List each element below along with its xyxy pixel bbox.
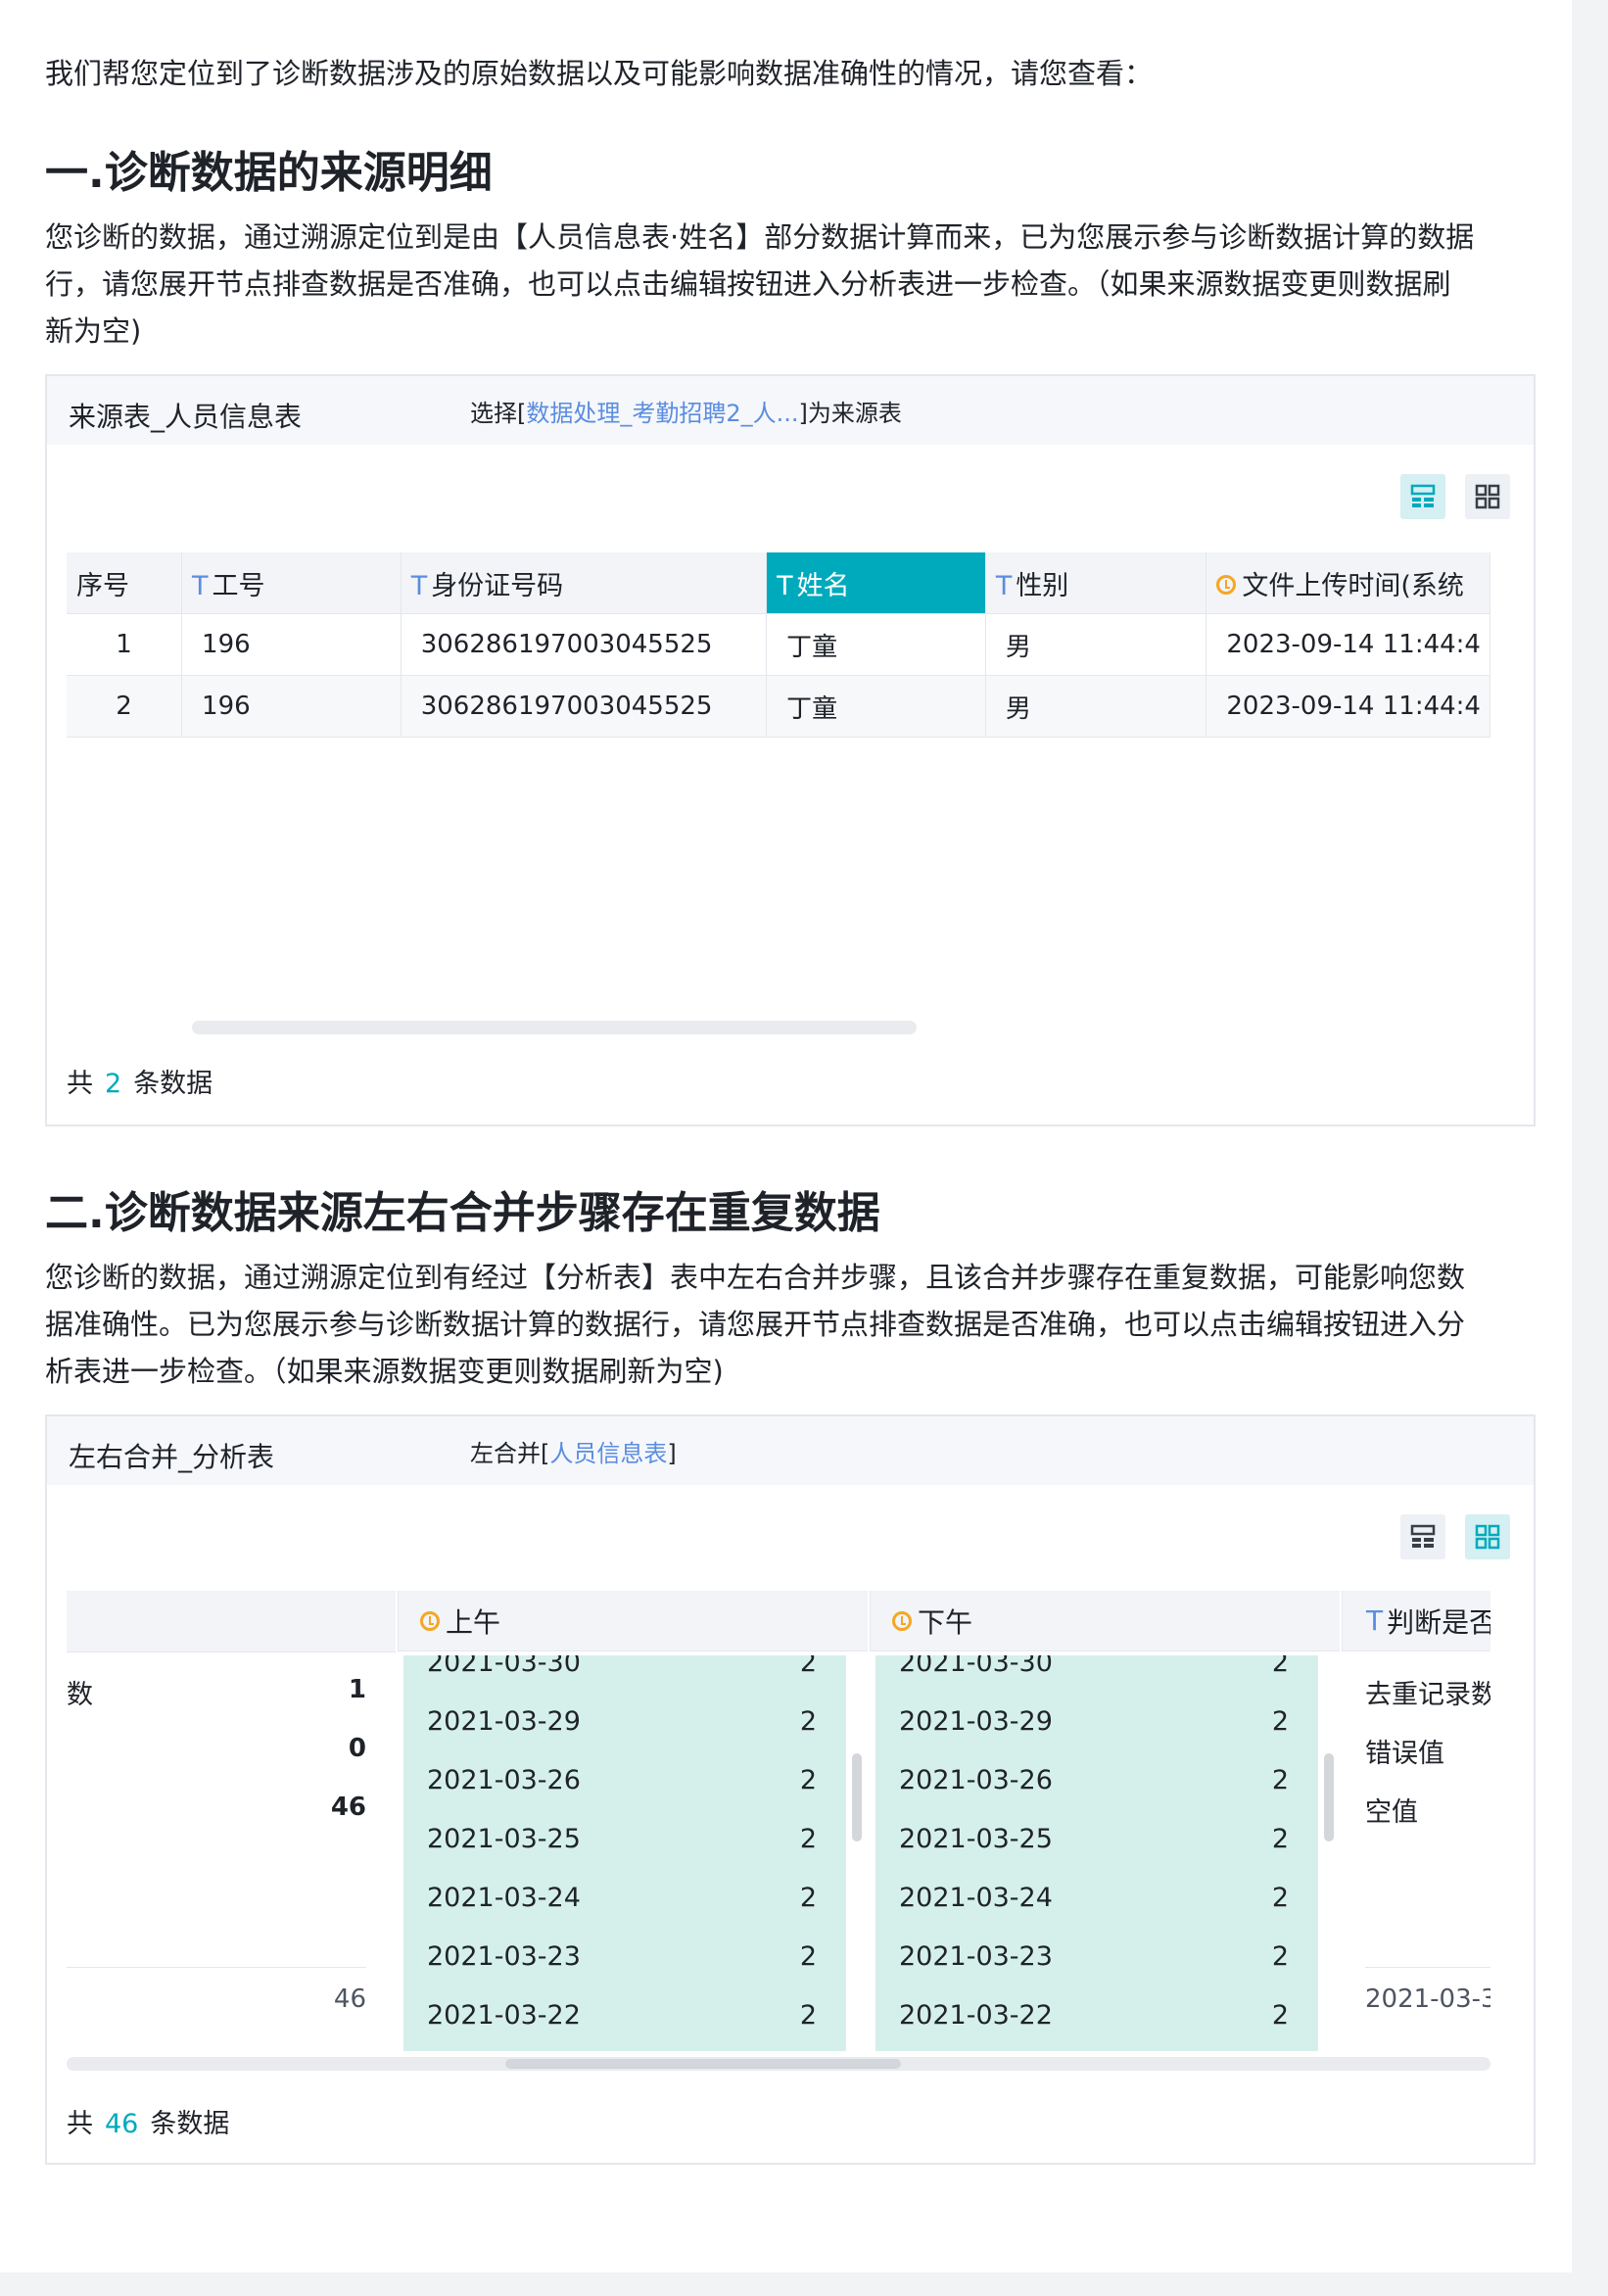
table-cell: 男: [985, 613, 1207, 676]
table-cell: 196: [181, 675, 402, 738]
section2-heading: 二.诊断数据来源左右合并步骤存在重复数据: [45, 1188, 880, 1238]
column-header-judge[interactable]: T判断是否记: [1342, 1591, 1490, 1651]
grid-view-icon: [1475, 484, 1500, 509]
source-link[interactable]: 人员信息表: [549, 1440, 667, 1467]
list-item: 2021-03-29 2: [427, 1706, 817, 1737]
intro-text: 我们帮您定位到了诊断数据涉及的原始数据以及可能影响数据准确性的情况，请您查看：: [45, 57, 1154, 90]
column-header-index[interactable]: 序号: [67, 552, 183, 614]
left-summary-column: 数 1 0 46 46: [67, 1651, 396, 2063]
judge-total: 2021-03-31: [1365, 1985, 1490, 2014]
clock-icon: [1216, 574, 1237, 595]
table-view-button[interactable]: [1400, 474, 1445, 519]
table-cell: 丁童: [766, 675, 986, 738]
list-item: 2021-03-30 2: [899, 1655, 1289, 1678]
section1-line1: 您诊断的数据，通过溯源定位到是由【人员信息表·姓名】部分数据计算而来，已为您展示…: [45, 220, 1475, 254]
merge-table-panel: 左右合并_分析表 左合并[人员信息表] 上午 下午 T判断是否记: [45, 1414, 1536, 2165]
section2-description: 您诊断的数据，通过溯源定位到有经过【分析表】表中左右合并步骤，且该合并步骤存在重…: [45, 1254, 1534, 1395]
pm-values-list[interactable]: 2021-03-30 2 2021-03-29 2 2021-03-26 2 2021…: [875, 1655, 1318, 2051]
summary-value: 0: [348, 1734, 366, 1763]
page: 我们帮您定位到了诊断数据涉及的原始数据以及可能影响数据准确性的情况，请您查看： …: [0, 0, 1572, 2272]
list-item: 2021-03-23 2: [427, 1941, 817, 1972]
source-description: 左合并[人员信息表]: [470, 1440, 677, 1467]
text-type-icon: T: [995, 570, 1013, 601]
divider: [67, 1967, 366, 1968]
list-item: 2021-03-24 2: [899, 1883, 1289, 1913]
list-item: 2021-03-22 2: [427, 2000, 817, 2031]
grid-view-button[interactable]: [1465, 474, 1510, 519]
source-table-panel: 来源表_人员信息表 选择[数据处理_考勤招聘2_人...]为来源表 序号 T 工…: [45, 374, 1536, 1126]
grid-view-icon: [1475, 1524, 1500, 1550]
list-item: 2021-03-24 2: [427, 1883, 817, 1913]
column-header-upload-time[interactable]: 文件上传时间(系统: [1206, 552, 1490, 614]
row-count-footer: 共 46 条数据: [67, 2109, 230, 2139]
summary-total: 46: [333, 1985, 366, 2014]
row-count-footer: 共 2 条数据: [67, 1069, 213, 1099]
grid-view-button[interactable]: [1465, 1514, 1510, 1559]
table-cell: 丁童: [766, 613, 986, 676]
column-header-pm[interactable]: 下午: [870, 1591, 1340, 1651]
horizontal-scrollbar[interactable]: [505, 2059, 901, 2069]
column-header-gender[interactable]: T 性别: [985, 552, 1207, 614]
column-header-am[interactable]: 上午: [398, 1591, 868, 1651]
list-item: 2021-03-29 2: [899, 1706, 1289, 1737]
left-column-header: [67, 1591, 396, 1652]
column-header-name[interactable]: T 姓名: [766, 552, 986, 614]
table-cell: 1: [67, 613, 183, 676]
table-cell: 男: [985, 675, 1207, 738]
text-type-icon: T: [410, 570, 428, 601]
list-item: 2021-03-25 2: [899, 1824, 1289, 1854]
section1-description: 您诊断的数据，通过溯源定位到是由【人员信息表·姓名】部分数据计算而来，已为您展示…: [45, 214, 1534, 355]
source-description: 选择[数据处理_考勤招聘2_人...]为来源表: [470, 400, 902, 427]
section2-line3: 析表进一步检查。（如果来源数据变更则数据刷新为空): [45, 1355, 724, 1388]
panel-title: 来源表_人员信息表: [69, 401, 303, 433]
am-vertical-scrollbar[interactable]: [852, 1753, 862, 1842]
panel-header: 左右合并_分析表 左合并[人员信息表]: [47, 1416, 1534, 1485]
table-cell: 196: [181, 613, 402, 676]
column-header-id-number[interactable]: T 身份证号码: [401, 552, 768, 614]
panel-title: 左右合并_分析表: [69, 1441, 275, 1473]
section2-line2: 据准确性。已为您展示参与诊断数据计算的数据行，请您展开节点排查数据是否准确，也可…: [45, 1308, 1466, 1341]
table-view-icon: [1410, 1524, 1436, 1548]
text-type-icon: T: [1366, 1604, 1384, 1637]
table-view-icon: [1410, 484, 1436, 507]
section1-line3: 新为空): [45, 314, 142, 348]
pm-vertical-scrollbar[interactable]: [1324, 1753, 1334, 1842]
table-cell: 2023-09-14 11:44:4: [1206, 613, 1490, 676]
list-item: 2021-03-22 2: [899, 2000, 1289, 2031]
summary-value: 1: [348, 1675, 366, 1704]
text-type-icon: T: [192, 570, 209, 601]
list-item: 2021-03-26 2: [427, 1765, 817, 1795]
table-row: 1 196 306286197003045525 丁童 男 2023-09-14…: [67, 613, 1490, 676]
section1-line2: 行，请您展开节点排查数据是否准确，也可以点击编辑按钮进入分析表进一步检查。（如果…: [45, 267, 1451, 301]
column-header-employee-id[interactable]: T 工号: [181, 552, 402, 614]
judge-item: 错误值: [1365, 1739, 1444, 1769]
list-item: 2021-03-25 2: [427, 1824, 817, 1854]
list-item: 2021-03-30 2: [427, 1655, 817, 1678]
table-row: 2 196 306286197003045525 丁童 男 2023-09-14…: [67, 675, 1490, 738]
judge-item: 去重记录数: [1365, 1680, 1490, 1710]
summary-label: 数: [67, 1680, 93, 1710]
table-cell: 306286197003045525: [401, 613, 768, 676]
panel-header: 来源表_人员信息表 选择[数据处理_考勤招聘2_人...]为来源表: [47, 376, 1534, 445]
horizontal-scrollbar[interactable]: [192, 1021, 917, 1034]
clock-icon: [420, 1610, 440, 1631]
judge-item: 空值: [1365, 1797, 1418, 1828]
summary-value: 46: [330, 1793, 366, 1822]
divider: [1365, 1967, 1490, 1968]
am-values-list[interactable]: 2021-03-30 2 2021-03-29 2 2021-03-26 2 2021…: [403, 1655, 846, 2051]
judge-column: 去重记录数 错误值 空值 2021-03-31: [1365, 1651, 1490, 2063]
clock-icon: [892, 1610, 912, 1631]
section2-line1: 您诊断的数据，通过溯源定位到有经过【分析表】表中左右合并步骤，且该合并步骤存在重…: [45, 1261, 1466, 1294]
table-cell: 2: [67, 675, 183, 738]
section1-heading: 一.诊断数据的来源明细: [45, 148, 493, 198]
text-type-icon: T: [777, 570, 793, 601]
source-link[interactable]: 数据处理_考勤招聘2_人...: [526, 400, 798, 427]
table-view-button[interactable]: [1400, 1514, 1445, 1559]
source-data-table: 序号 T 工号 T 身份证号码 T 姓名 T 性别 文件上传时间(系统 1 196 30…: [67, 552, 1490, 741]
table-cell: 306286197003045525: [401, 675, 768, 738]
list-item: 2021-03-26 2: [899, 1765, 1289, 1795]
list-item: 2021-03-23 2: [899, 1941, 1289, 1972]
table-cell: 2023-09-14 11:44:4: [1206, 675, 1490, 738]
